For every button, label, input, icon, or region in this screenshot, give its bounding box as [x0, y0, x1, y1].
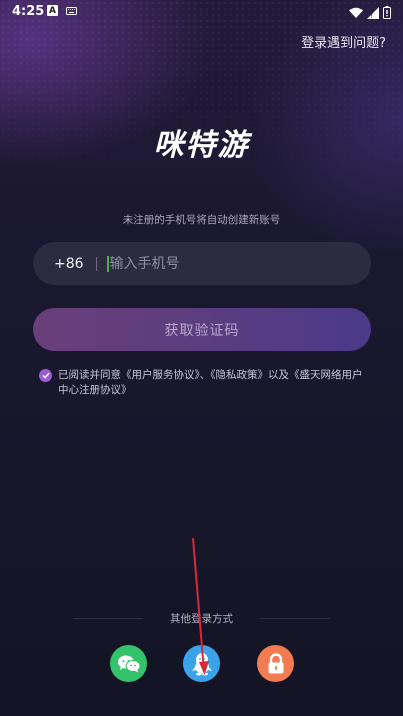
register-hint: 未注册的手机号将自动创建新账号 [122, 214, 281, 226]
other-login-header: 其他登录方式 [0, 611, 403, 626]
signal-icon: ! [367, 4, 379, 23]
lock-icon [268, 652, 283, 673]
status-time: 4:25 [12, 4, 45, 19]
app-logo: 咪特游 [153, 128, 250, 163]
other-login-title: 其他登录方式 [170, 613, 233, 625]
qq-icon [191, 652, 212, 675]
agreement-row: 已阅读并同意《用户服务协议》、《隐私政策》以及《盛天网络用户中心注册协议》 [39, 368, 369, 398]
qq-login-button[interactable] [183, 645, 220, 682]
password-login-button[interactable] [257, 645, 294, 682]
keyboard-icon [66, 5, 77, 16]
battery-icon [383, 4, 391, 23]
wechat-login-button[interactable] [110, 645, 147, 682]
wechat-icon [117, 655, 140, 672]
login-help-link[interactable]: 登录遇到问题? [301, 32, 386, 51]
divider-left [73, 618, 143, 619]
text-caret [106, 255, 109, 272]
country-code-selector[interactable]: +86 [54, 256, 84, 272]
status-bar: 4:25 A ! [0, 0, 403, 24]
a-notification-icon: A [47, 5, 58, 16]
get-code-button[interactable]: 获取验证码 [33, 308, 371, 351]
phone-field[interactable]: +86 [33, 242, 371, 285]
svg-text:!: ! [370, 12, 373, 19]
divider-right [260, 618, 330, 619]
agreement-text[interactable]: 已阅读并同意《用户服务协议》、《隐私政策》以及《盛天网络用户中心注册协议》 [58, 368, 369, 398]
check-icon [42, 372, 50, 379]
field-divider [95, 256, 97, 271]
phone-input[interactable] [109, 255, 330, 272]
background-pattern [0, 0, 403, 200]
wifi-icon [349, 4, 363, 23]
agreement-checkbox[interactable] [39, 369, 52, 382]
